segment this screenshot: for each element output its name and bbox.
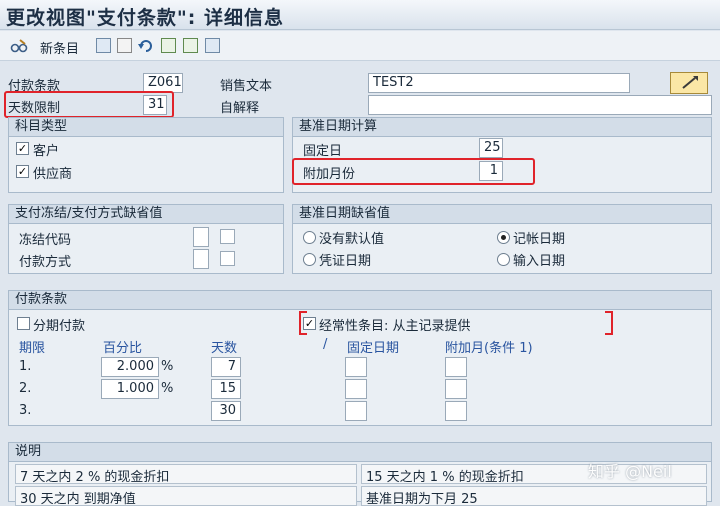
row-3-fixed-date-field[interactable] [345,401,367,421]
entry-date-label: 输入日期 [513,254,566,269]
explanation-line-1-left: 7 天之内 2 % 的现金折扣 [15,464,357,484]
col-period: 期限 [19,341,46,356]
row-1-period: 1. [19,359,32,374]
payment-terms-field[interactable]: Z061 [143,73,183,93]
select-all-icon[interactable] [161,38,176,53]
glasses-pencil-icon[interactable] [10,38,28,54]
delete-icon[interactable] [117,38,132,53]
vendor-checkbox[interactable]: ✓ [16,165,29,178]
customer-label: 客户 [33,144,60,159]
new-entry-button[interactable]: 新条目 [40,38,79,57]
posting-date-label: 记帐日期 [513,232,566,247]
select-block-icon[interactable] [183,38,198,53]
row-2-percent-field[interactable]: 1.000 [101,379,159,399]
pencil-arrow-icon [682,76,698,89]
entry-date-radio[interactable] [497,253,510,266]
undo-icon[interactable] [138,38,154,53]
fixed-day-field[interactable]: 25 [479,138,503,158]
sales-text-field[interactable]: TEST2 [368,73,630,93]
row-2-period: 2. [19,381,32,396]
row-3-period: 3. [19,403,32,418]
row-3-add-months-field[interactable] [445,401,467,421]
col-days: 天数 [211,341,238,356]
posting-date-radio[interactable] [497,231,510,244]
col-fixed-date: 固定日期 [347,341,400,356]
explanation-line-2-right: 基准日期为下月 25 [361,486,707,506]
row-2-add-months-field[interactable] [445,379,467,399]
no-default-radio[interactable] [303,231,316,244]
own-explanation-label: 自解释 [220,101,260,116]
baseline-calc-title: 基准日期计算 [293,118,711,137]
terms-title: 付款条款 [9,291,711,310]
own-explanation-field[interactable] [368,95,712,115]
recurring-bracket-left [299,311,307,335]
account-type-group: 科目类型 ✓ 客户 ✓ 供应商 [8,117,284,193]
row-2-days-field[interactable]: 15 [211,379,241,399]
block-key-field[interactable] [193,227,209,247]
explanation-line-2-left: 30 天之内 到期净值 [15,486,357,506]
col-slash: / [323,337,328,352]
deselect-all-icon[interactable] [205,38,220,53]
recurring-label: 经常性条目: 从主记录提供 [319,319,471,334]
row-3-days-field[interactable]: 30 [211,401,241,421]
payment-method-field[interactable] [193,249,209,269]
copy-icon[interactable] [96,38,111,53]
block-defaults-group: 支付冻结/支付方式缺省值 冻结代码 付款方式 [8,204,284,274]
col-add-months: 附加月(条件 1) [445,341,533,356]
recurring-bracket-right [605,311,613,335]
row-1-percent-sign: % [161,359,174,374]
sales-text-label: 销售文本 [220,79,273,94]
installment-checkbox[interactable] [17,317,30,330]
row-1-percent-field[interactable]: 2.000 [101,357,159,377]
row-1-add-months-field[interactable] [445,357,467,377]
no-default-label: 没有默认值 [319,232,385,247]
vendor-label: 供应商 [33,167,73,182]
payment-method-label: 付款方式 [19,255,72,270]
block-defaults-title: 支付冻结/支付方式缺省值 [9,205,283,224]
payment-method-extra-field[interactable] [220,251,235,266]
installment-label: 分期付款 [33,319,86,334]
col-percent: 百分比 [103,341,143,356]
toolbar: 新条目 [0,31,720,61]
document-date-radio[interactable] [303,253,316,266]
row-2-fixed-date-field[interactable] [345,379,367,399]
customer-checkbox[interactable]: ✓ [16,142,29,155]
extra-months-highlight [292,158,535,185]
block-key-label: 冻结代码 [19,233,72,248]
account-type-title: 科目类型 [9,118,283,137]
terms-group: 付款条款 分期付款 ✓ 经常性条目: 从主记录提供 期限 百分比 天数 / 固定… [8,290,712,426]
row-1-fixed-date-field[interactable] [345,357,367,377]
baseline-default-title: 基准日期缺省值 [293,205,711,224]
baseline-default-group: 基准日期缺省值 没有默认值 记帐日期 凭证日期 输入日期 [292,204,712,274]
watermark: 知乎 @Neil [588,462,672,481]
window-title: 更改视图"支付条款": 详细信息 [6,7,285,29]
day-limit-highlight [4,91,174,118]
row-1-days-field[interactable]: 7 [211,357,241,377]
title-bar: 更改视图"支付条款": 详细信息 [0,0,720,30]
block-key-extra-field[interactable] [220,229,235,244]
document-date-label: 凭证日期 [319,254,372,269]
edit-text-button[interactable] [670,72,708,94]
fixed-day-label: 固定日 [303,144,343,159]
row-2-percent-sign: % [161,381,174,396]
